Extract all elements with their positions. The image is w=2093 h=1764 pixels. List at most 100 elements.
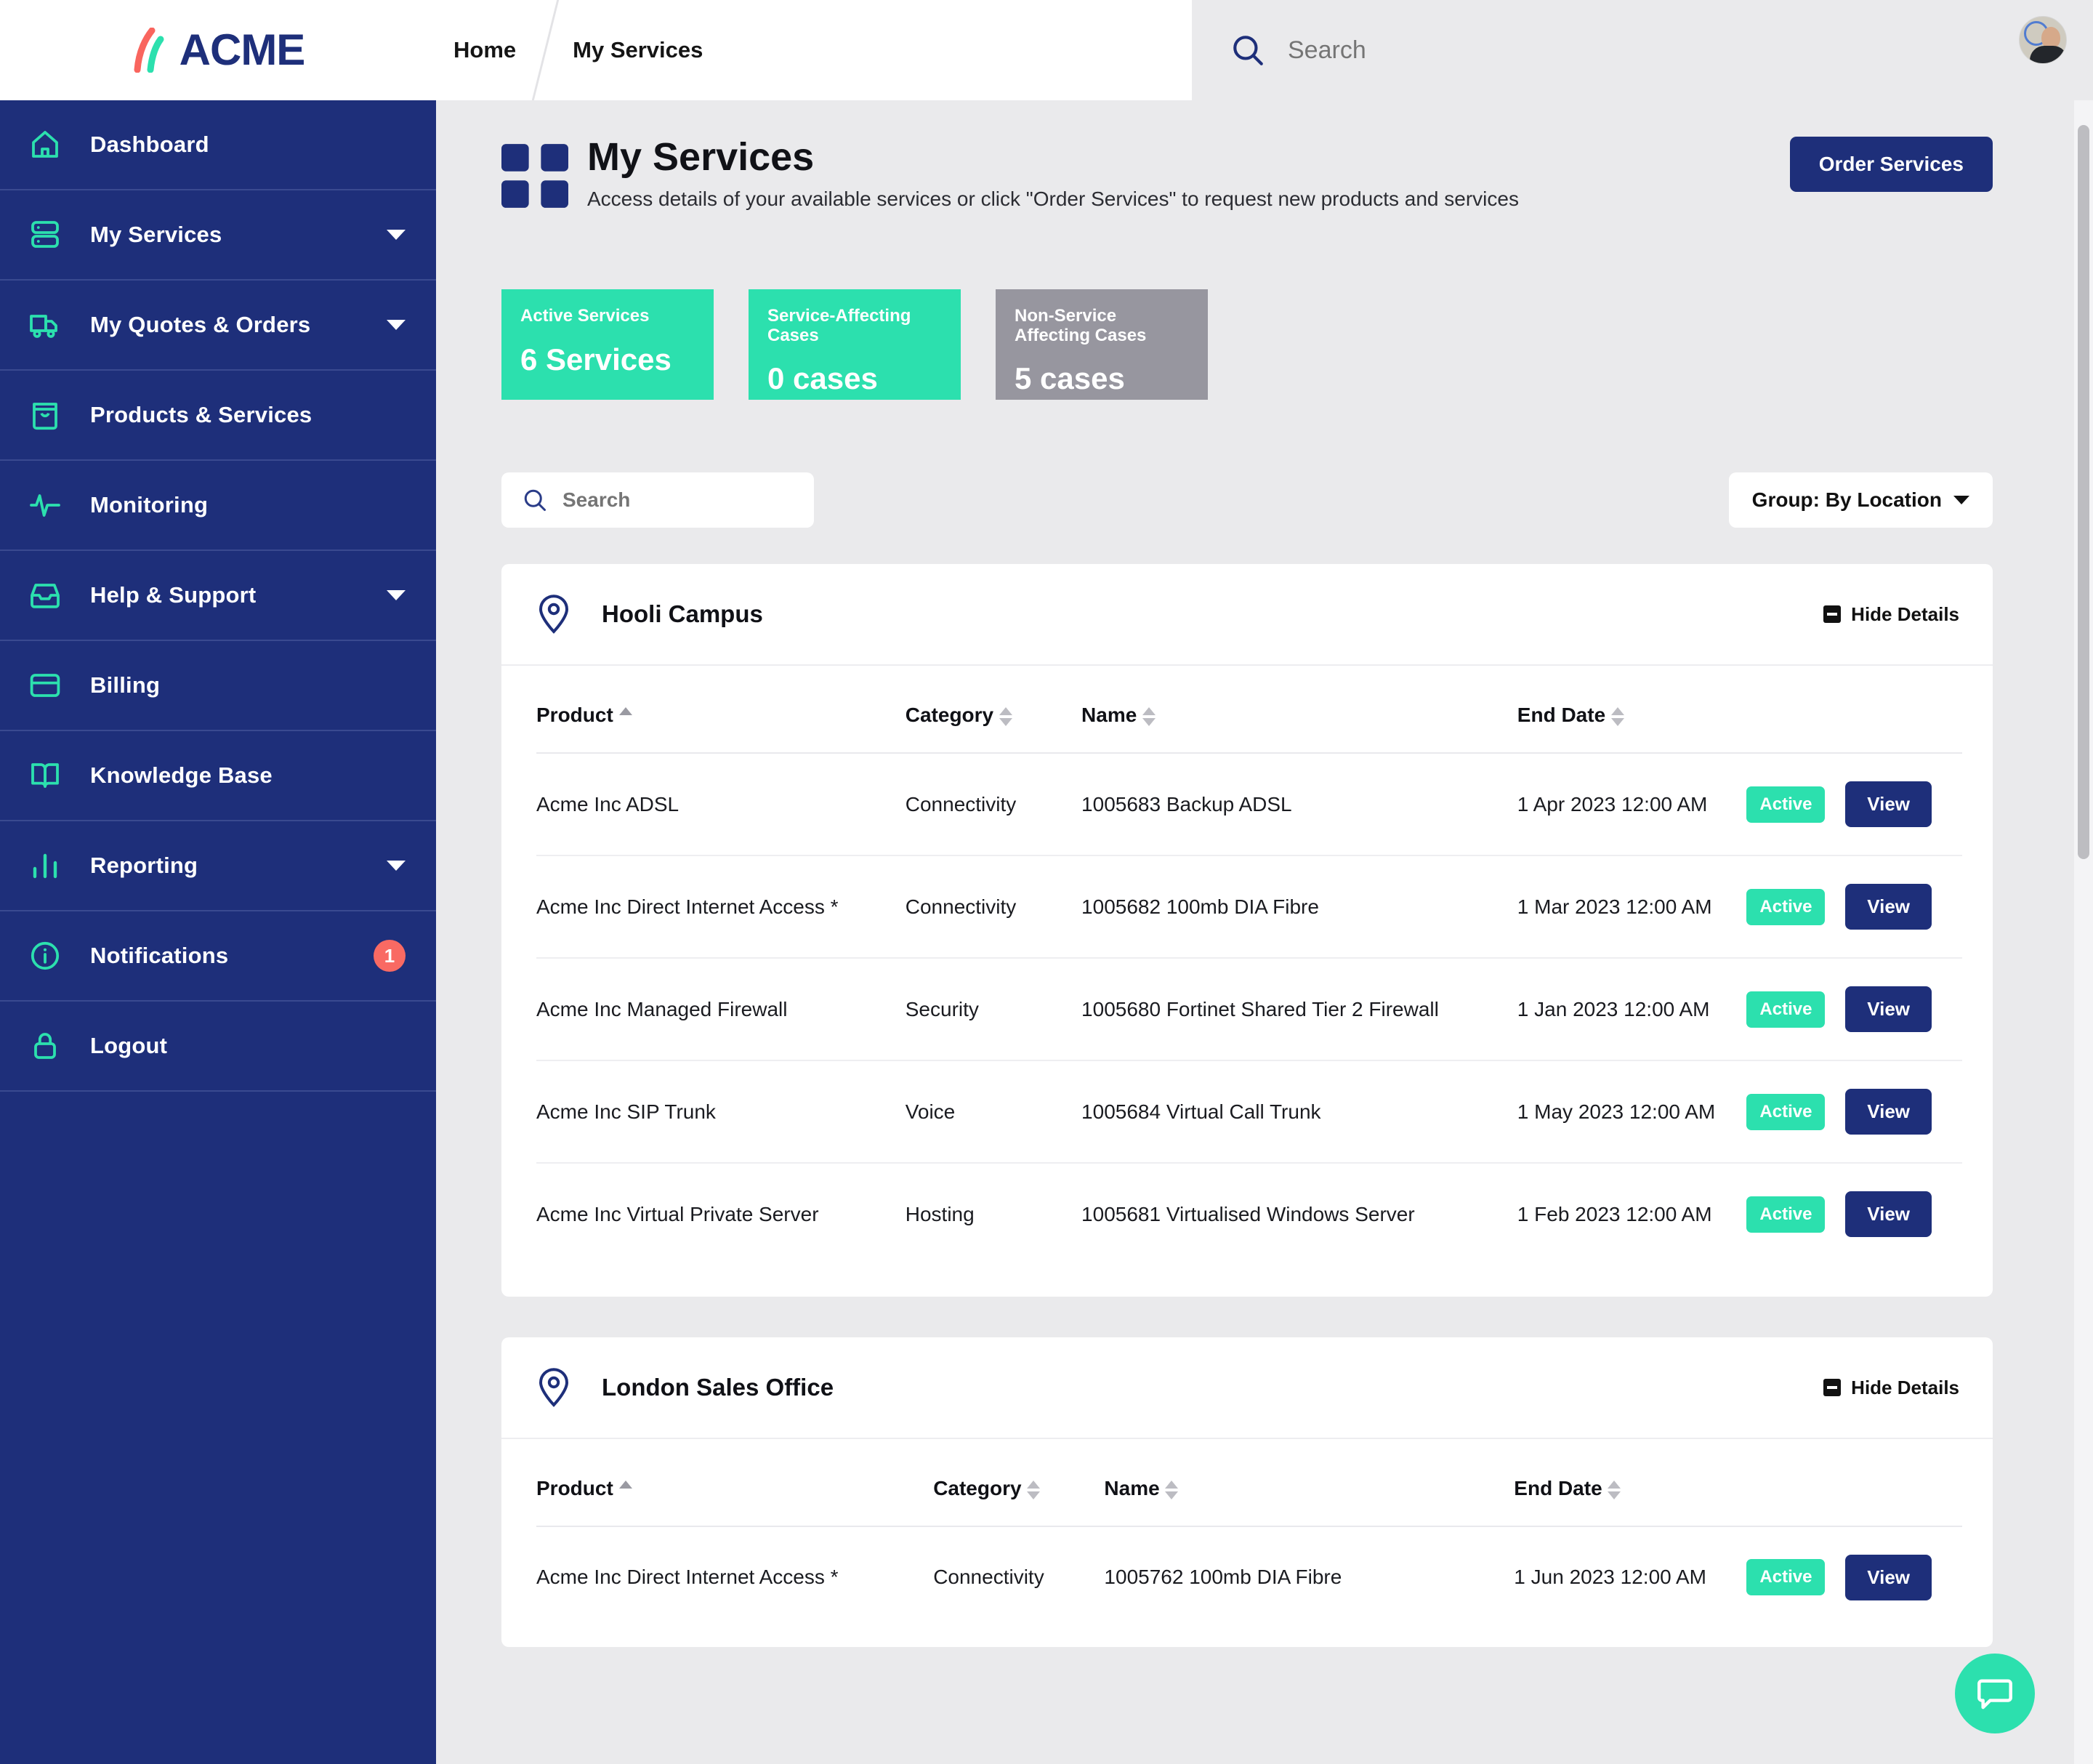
stat-card-active-services[interactable]: Active Services 6 Services xyxy=(501,289,714,400)
vertical-scrollbar[interactable] xyxy=(2074,100,2093,1764)
cell-category: Connectivity xyxy=(905,753,1082,857)
sort-arrows-ascending[interactable] xyxy=(618,1479,632,1501)
column-header-end-date[interactable]: End Date xyxy=(1514,1439,1747,1527)
sort-arrows-ascending[interactable] xyxy=(618,706,632,728)
table-body: Acme Inc Direct Internet Access * Connec… xyxy=(536,1526,1962,1628)
sort-arrows[interactable] xyxy=(1027,1479,1041,1501)
services-table-wrapper: Product Category Name End Date Acme Inc … xyxy=(501,666,1993,1297)
status-badge: Active xyxy=(1746,991,1826,1028)
cell-actions: Active View xyxy=(1746,855,1962,959)
stat-card-service-affecting-cases[interactable]: Service-Affecting Cases 0 cases xyxy=(749,289,961,400)
scrollbar-thumb[interactable] xyxy=(2078,125,2089,859)
location-card-header: London Sales Office Hide Details xyxy=(501,1337,1993,1440)
location-card-header: Hooli Campus Hide Details xyxy=(501,564,1993,666)
status-badge: Active xyxy=(1746,1196,1826,1233)
chevron-down-icon[interactable] xyxy=(387,590,406,600)
sidebar-label: Notifications xyxy=(90,943,229,968)
page-subtitle: Access details of your available service… xyxy=(587,188,1519,211)
sidebar-item-billing[interactable]: Billing xyxy=(0,641,436,731)
services-search[interactable] xyxy=(501,472,814,528)
order-services-button[interactable]: Order Services xyxy=(1789,137,1993,192)
cell-end-date: 1 Mar 2023 12:00 AM xyxy=(1517,855,1747,959)
server-icon xyxy=(28,217,74,252)
sidebar-item-knowledge-base[interactable]: Knowledge Base xyxy=(0,731,436,821)
sidebar-item-help-and-support[interactable]: Help & Support xyxy=(0,551,436,641)
stat-value: 0 cases xyxy=(767,361,878,396)
column-label: Product xyxy=(536,1477,613,1500)
group-by-dropdown[interactable]: Group: By Location xyxy=(1728,472,1993,528)
cell-end-date: 1 May 2023 12:00 AM xyxy=(1517,1060,1747,1164)
stat-label: Non-Service Affecting Cases xyxy=(1015,306,1147,345)
breadcrumb-item-my-services[interactable]: My Services xyxy=(570,37,706,63)
chat-widget-button[interactable] xyxy=(1955,1654,2035,1733)
sidebar-item-my-services[interactable]: My Services xyxy=(0,190,436,281)
chevron-down-icon[interactable] xyxy=(387,320,406,330)
cell-actions: Active View xyxy=(1746,1060,1962,1164)
sidebar-item-products-and-services[interactable]: Products & Services xyxy=(0,371,436,461)
column-label: Category xyxy=(905,704,994,727)
stat-card-non-service-affecting-cases[interactable]: Non-Service Affecting Cases 5 cases xyxy=(996,289,1208,400)
table-row[interactable]: Acme Inc Direct Internet Access * Connec… xyxy=(536,1526,1962,1628)
column-header-product[interactable]: Product xyxy=(536,666,906,754)
view-button[interactable]: View xyxy=(1845,1089,1932,1135)
view-button[interactable]: View xyxy=(1845,1554,1932,1600)
table-row[interactable]: Acme Inc SIP Trunk Voice 1005684 Virtual… xyxy=(536,1060,1962,1164)
chevron-down-icon[interactable] xyxy=(387,230,406,240)
chevron-down-icon[interactable] xyxy=(387,861,406,871)
breadcrumb-item-home[interactable]: Home xyxy=(451,37,519,63)
sort-arrows[interactable] xyxy=(1165,1479,1179,1501)
column-label: End Date xyxy=(1514,1477,1602,1500)
sidebar-item-reporting[interactable]: Reporting xyxy=(0,821,436,911)
pulse-icon xyxy=(28,488,74,523)
group-by-label: Group: By Location xyxy=(1751,488,1942,512)
info-icon xyxy=(28,938,74,973)
global-search-input[interactable] xyxy=(1288,36,1942,65)
table-row[interactable]: Acme Inc ADSL Connectivity 1005683 Backu… xyxy=(536,753,1962,857)
cell-actions: Active View xyxy=(1746,753,1962,857)
sort-arrows[interactable] xyxy=(1142,706,1156,728)
avatar[interactable] xyxy=(2019,16,2067,64)
acme-logo[interactable]: ACME xyxy=(132,28,305,73)
logo-zone[interactable]: ACME xyxy=(0,0,436,100)
view-button[interactable]: View xyxy=(1845,884,1932,930)
table-row[interactable]: Acme Inc Direct Internet Access * Connec… xyxy=(536,855,1962,959)
inbox-icon xyxy=(28,578,74,613)
hide-details-toggle[interactable]: Hide Details xyxy=(1823,603,1959,626)
column-header-category[interactable]: Category xyxy=(905,666,1082,754)
column-header-end-date[interactable]: End Date xyxy=(1517,666,1747,754)
view-button[interactable]: View xyxy=(1845,986,1932,1033)
sort-arrows[interactable] xyxy=(999,706,1012,728)
bar-chart-icon xyxy=(28,848,74,883)
sidebar-item-logout[interactable]: Logout xyxy=(0,1002,436,1092)
table-row[interactable]: Acme Inc Virtual Private Server Hosting … xyxy=(536,1163,1962,1265)
cell-end-date: 1 Feb 2023 12:00 AM xyxy=(1517,1202,1712,1225)
column-label: End Date xyxy=(1517,704,1606,727)
status-badge: Active xyxy=(1746,1093,1826,1130)
column-header-name[interactable]: Name xyxy=(1104,1439,1515,1527)
table-row[interactable]: Acme Inc Managed Firewall Security 10056… xyxy=(536,958,1962,1062)
global-search[interactable] xyxy=(1192,0,2093,100)
cell-name: 1005683 Backup ADSL xyxy=(1081,753,1517,857)
sidebar-item-monitoring[interactable]: Monitoring xyxy=(0,461,436,551)
sidebar-item-notifications[interactable]: Notifications 1 xyxy=(0,911,436,1002)
location-name: London Sales Office xyxy=(602,1374,834,1401)
grid-icon xyxy=(501,144,568,208)
location-cards: Hooli Campus Hide Details Product Catego… xyxy=(436,564,2077,1647)
hide-details-toggle[interactable]: Hide Details xyxy=(1823,1377,1959,1399)
column-label: Product xyxy=(536,704,613,727)
sidebar-item-my-quotes-and-orders[interactable]: My Quotes & Orders xyxy=(0,281,436,371)
table-header-row: Product Category Name End Date xyxy=(536,1439,1962,1527)
column-label: Category xyxy=(933,1477,1022,1500)
status-badge: Active xyxy=(1746,1559,1826,1596)
sort-arrows[interactable] xyxy=(1608,1479,1621,1501)
services-search-input[interactable] xyxy=(562,488,781,512)
view-button[interactable]: View xyxy=(1845,1191,1932,1238)
view-button[interactable]: View xyxy=(1845,781,1932,828)
column-header-name[interactable]: Name xyxy=(1081,666,1517,754)
cell-actions: Active View xyxy=(1746,958,1962,1062)
cell-name: 1005682 100mb DIA Fibre xyxy=(1081,855,1517,959)
column-header-product[interactable]: Product xyxy=(536,1439,934,1527)
column-header-category[interactable]: Category xyxy=(933,1439,1105,1527)
sidebar-item-dashboard[interactable]: Dashboard xyxy=(0,100,436,190)
sort-arrows[interactable] xyxy=(1610,706,1624,728)
